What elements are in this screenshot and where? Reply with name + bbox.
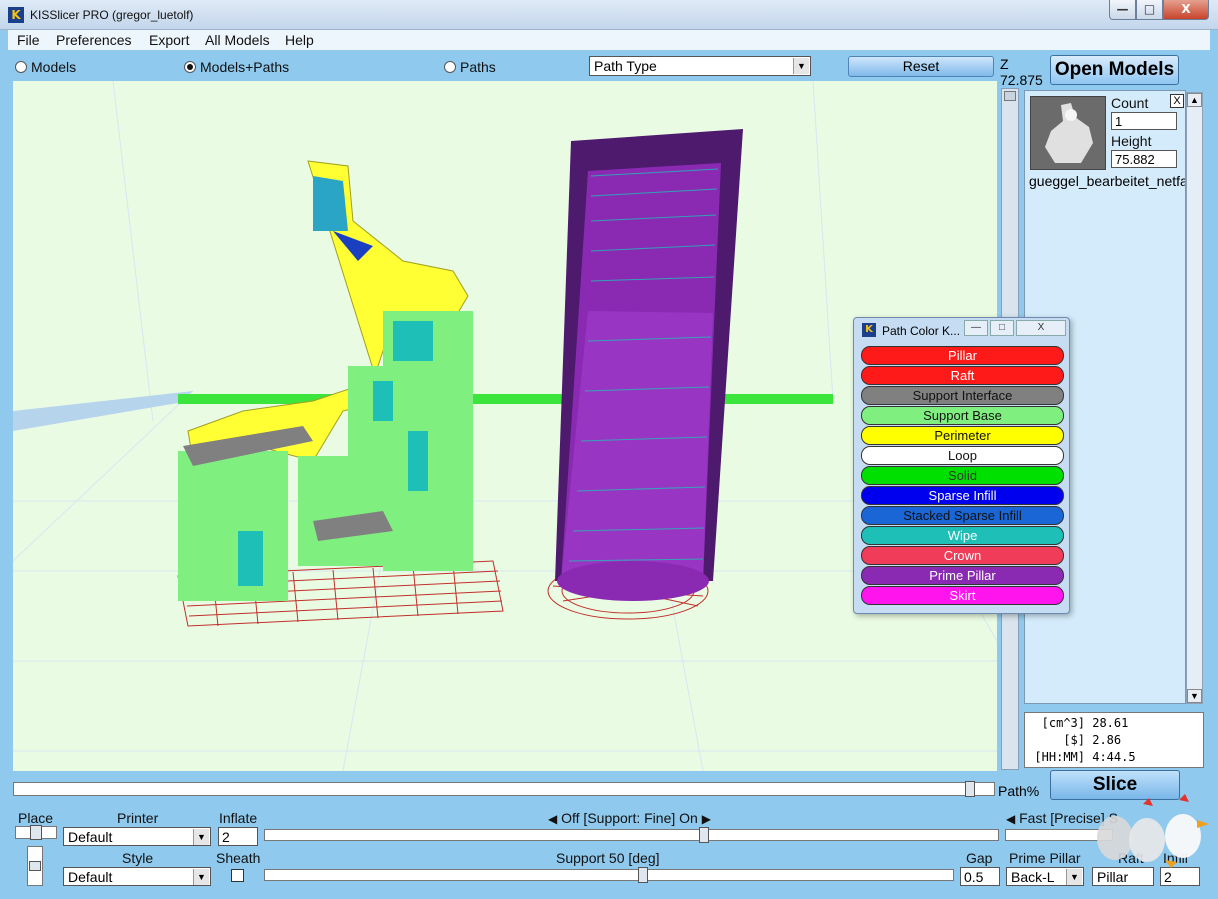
place-vertical-slider[interactable]	[27, 846, 43, 886]
menu-all-models[interactable]: All Models	[205, 32, 270, 48]
stat-time: [HH:MM] 4:44.5	[1034, 750, 1136, 764]
menu-file[interactable]: File	[17, 32, 40, 48]
stat-cost: [$] 2.86	[1063, 733, 1122, 747]
style-label: Style	[122, 850, 154, 866]
support-angle-slider-thumb[interactable]	[638, 867, 648, 883]
inflate-input[interactable]: 2	[218, 827, 258, 846]
printer-value: Default	[68, 829, 113, 845]
mascot-logo	[1097, 794, 1209, 868]
path-percent-label: Path%	[998, 783, 1040, 799]
height-label: Height	[1111, 133, 1152, 149]
sheath-checkbox[interactable]	[231, 869, 244, 882]
model-name: gueggel_bearbeitet_netfa	[1029, 173, 1185, 189]
path-color-key-window[interactable]: K Path Color K... — □ X Pillar Raft Suppor…	[853, 317, 1070, 614]
gap-label: Gap	[966, 850, 993, 866]
chevron-down-icon: ▼	[793, 58, 809, 74]
viewport-vertical-slider-thumb[interactable]	[1004, 91, 1016, 101]
chevron-down-icon: ▼	[1066, 869, 1082, 885]
support-angle-slider[interactable]	[264, 867, 954, 883]
path-percent-slider[interactable]	[13, 781, 995, 797]
radio-models[interactable]: Models	[15, 59, 76, 75]
reset-button[interactable]: Reset	[848, 56, 994, 77]
maximize-button[interactable]: □	[990, 320, 1014, 336]
count-label: Count	[1111, 95, 1149, 111]
color-key-item: Skirt	[861, 586, 1064, 605]
path-type-select[interactable]: Path Type ▼	[589, 56, 811, 76]
scroll-down-icon[interactable]: ▼	[1187, 689, 1202, 703]
chevron-down-icon: ▼	[193, 829, 209, 845]
app-icon: K	[862, 323, 876, 337]
radio-paths[interactable]: Paths	[444, 59, 496, 75]
color-key-item: Crown	[861, 546, 1064, 565]
menu-bar: File Preferences Export All Models Help	[8, 30, 1210, 50]
inflate-label: Inflate	[219, 810, 258, 826]
color-key-item: Wipe	[861, 526, 1064, 545]
triangle-left-icon[interactable]: ◀	[1006, 812, 1015, 826]
color-key-item: Loop	[861, 446, 1064, 465]
scene-render	[13, 81, 997, 771]
color-key-item: Perimeter	[861, 426, 1064, 445]
minimize-button[interactable]: —	[1109, 0, 1136, 20]
prime-pillar-label: Prime Pillar	[1009, 850, 1081, 866]
scroll-up-icon[interactable]: ▲	[1187, 93, 1202, 107]
color-key-item: Solid	[861, 466, 1064, 485]
app-icon: K	[8, 7, 24, 23]
minimize-button[interactable]: —	[964, 320, 988, 336]
color-key-item: Sparse Infill	[861, 486, 1064, 505]
menu-help[interactable]: Help	[285, 32, 314, 48]
prime-pillar-value: Back-L	[1011, 869, 1055, 885]
gap-input[interactable]: 0.5	[960, 867, 1000, 886]
color-key-item: Raft	[861, 366, 1064, 385]
raft-value: Pillar	[1097, 869, 1129, 885]
style-select[interactable]: Default ▼	[63, 867, 211, 886]
print-stats: [cm^3] 28.61 [$] 2.86 [HH:MM] 4:44.5	[1024, 712, 1204, 768]
radio-models-paths[interactable]: Models+Paths	[184, 59, 289, 75]
remove-model-button[interactable]: X	[1170, 94, 1184, 108]
printer-select[interactable]: Default ▼	[63, 827, 211, 846]
support-angle-label: Support 50 [deg]	[556, 850, 660, 866]
place-slider-thumb[interactable]	[30, 825, 42, 840]
sheath-label: Sheath	[216, 850, 261, 866]
triangle-right-icon[interactable]: ▶	[702, 812, 711, 826]
color-key-item: Prime Pillar	[861, 566, 1064, 585]
menu-preferences[interactable]: Preferences	[56, 32, 131, 48]
chevron-down-icon: ▼	[193, 869, 209, 885]
path-color-key-title: Path Color K...	[882, 324, 961, 338]
place-label: Place	[18, 810, 54, 826]
open-models-button[interactable]: Open Models	[1050, 55, 1179, 85]
close-button[interactable]: X	[1163, 0, 1209, 20]
z-label: Z	[1000, 56, 1009, 72]
model-thumbnail[interactable]	[1030, 96, 1106, 170]
title-bar: K KISSlicer PRO (gregor_luetolf)	[0, 0, 1218, 30]
support-density-label: ◀ Off [Support: Fine] On ▶	[548, 810, 711, 826]
prime-pillar-select[interactable]: Back-L ▼	[1006, 867, 1084, 886]
color-key-item: Pillar	[861, 346, 1064, 365]
path-type-value: Path Type	[594, 58, 657, 74]
place-slider[interactable]	[15, 825, 57, 840]
height-input[interactable]: 75.882	[1111, 150, 1177, 168]
model-list-scrollbar[interactable]: ▲ ▼	[1186, 92, 1203, 704]
path-percent-slider-thumb[interactable]	[965, 781, 975, 797]
triangle-left-icon[interactable]: ◀	[548, 812, 557, 826]
z-value: 72.875	[1000, 72, 1043, 88]
menu-export[interactable]: Export	[149, 32, 189, 48]
printer-label: Printer	[117, 810, 159, 826]
place-vertical-slider-thumb[interactable]	[29, 861, 41, 871]
color-key-item: Support Base	[861, 406, 1064, 425]
path-color-key-list: Pillar Raft Support Interface Support Base P…	[861, 346, 1064, 606]
support-density-slider[interactable]	[264, 827, 999, 843]
style-value: Default	[68, 869, 113, 885]
color-key-item: Support Interface	[861, 386, 1064, 405]
3d-viewport[interactable]	[13, 81, 997, 771]
count-input[interactable]: 1	[1111, 112, 1177, 130]
window-title: KISSlicer PRO (gregor_luetolf)	[30, 8, 194, 22]
support-density-slider-thumb[interactable]	[699, 827, 709, 843]
maximize-button[interactable]: □	[1136, 0, 1163, 20]
stat-volume: [cm^3] 28.61	[1041, 716, 1129, 730]
color-key-item: Stacked Sparse Infill	[861, 506, 1064, 525]
close-button[interactable]: X	[1016, 320, 1066, 336]
